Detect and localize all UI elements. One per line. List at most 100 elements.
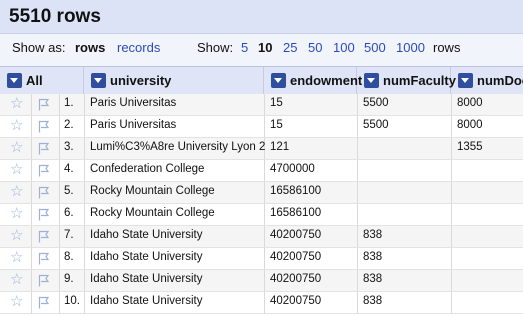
column-endowment-label: endowment [290,73,363,88]
cell-numfaculty[interactable]: 838 [363,251,382,263]
column-divider [357,182,358,203]
row-number: 8. [64,251,74,263]
column-divider [59,292,60,313]
column-divider [31,204,32,225]
page-size-25[interactable]: 25 [283,40,297,55]
cell-numfaculty[interactable]: 838 [363,229,382,241]
cell-endowment[interactable]: 16586100 [270,185,321,197]
cell-university[interactable]: Rocky Mountain College [90,185,215,197]
table-row: ☆ 8. Idaho State University 40200750 838 [0,248,523,270]
cell-university[interactable]: Paris Universitas [90,119,176,131]
cell-university[interactable]: Rocky Mountain College [90,207,215,219]
column-divider [84,138,85,159]
cell-endowment[interactable]: 40200750 [270,295,321,307]
cell-endowment[interactable]: 15 [270,119,283,131]
column-divider [59,204,60,225]
column-divider [59,160,60,181]
star-icon[interactable]: ☆ [10,184,23,200]
cell-endowment[interactable]: 40200750 [270,273,321,285]
dropdown-arrow-icon[interactable] [458,73,473,88]
flag-icon[interactable] [38,252,50,265]
column-divider [31,160,32,181]
cell-university[interactable]: Idaho State University [90,273,203,285]
show-label: Show: [197,40,234,55]
cell-numfaculty[interactable]: 838 [363,295,382,307]
star-icon[interactable]: ☆ [10,206,23,222]
star-icon[interactable]: ☆ [10,250,23,266]
cell-endowment[interactable]: 40200750 [270,229,321,241]
column-divider [357,138,358,159]
row-number: 9. [64,273,74,285]
flag-icon[interactable] [38,274,50,287]
cell-university[interactable]: Idaho State University [90,229,203,241]
row-number: 10. [64,295,80,307]
page-size-50[interactable]: 50 [308,40,322,55]
page-size-10[interactable]: 10 [258,40,272,55]
mode-rows[interactable]: rows [75,40,105,55]
column-numdoctoral[interactable]: numDoct [451,67,523,94]
cell-numdoctoral[interactable]: 8000 [457,97,483,109]
star-icon[interactable]: ☆ [10,140,23,156]
flag-icon[interactable] [38,230,50,243]
star-icon[interactable]: ☆ [10,228,23,244]
column-all[interactable]: All [0,67,84,94]
column-divider [84,204,85,225]
column-divider [84,248,85,269]
cell-numfaculty[interactable]: 5500 [363,119,389,131]
column-divider [84,270,85,291]
dropdown-arrow-icon[interactable] [364,73,379,88]
column-divider [31,116,32,137]
page-size-500[interactable]: 500 [364,40,386,55]
row-number: 4. [64,163,74,175]
column-divider [264,182,265,203]
star-icon[interactable]: ☆ [10,96,23,112]
column-numfaculty[interactable]: numFaculty [357,67,456,94]
column-university[interactable]: university [84,67,264,94]
column-divider [451,248,452,269]
cell-numfaculty[interactable]: 838 [363,273,382,285]
cell-numdoctoral[interactable]: 8000 [457,119,483,131]
cell-university[interactable]: Idaho State University [90,251,203,263]
flag-icon[interactable] [38,186,50,199]
star-icon[interactable]: ☆ [10,118,23,134]
page-size-100[interactable]: 100 [333,40,355,55]
flag-icon[interactable] [38,120,50,133]
star-icon[interactable]: ☆ [10,272,23,288]
column-divider [31,248,32,269]
cell-university[interactable]: Lumi%C3%A8re University Lyon 2 [90,141,265,153]
column-divider [59,226,60,247]
dropdown-arrow-icon[interactable] [91,73,106,88]
table-row: ☆ 10. Idaho State University 40200750 838 [0,292,523,314]
cell-endowment[interactable]: 15 [270,97,283,109]
star-icon[interactable]: ☆ [10,162,23,178]
cell-endowment[interactable]: 16586100 [270,207,321,219]
cell-university[interactable]: Idaho State University [90,295,203,307]
table-row: ☆ 7. Idaho State University 40200750 838 [0,226,523,248]
column-endowment[interactable]: endowment [264,67,362,94]
flag-icon[interactable] [38,164,50,177]
flag-icon[interactable] [38,296,50,309]
cell-university[interactable]: Confederation College [90,163,204,175]
cell-numdoctoral[interactable]: 1355 [457,141,483,153]
flag-icon[interactable] [38,142,50,155]
view-controls: Show as: rows records Show: 5 10 25 50 1… [0,33,523,66]
mode-records[interactable]: records [117,40,160,55]
table-row: ☆ 5. Rocky Mountain College 16586100 [0,182,523,204]
page-size-5[interactable]: 5 [241,40,248,55]
row-number: 2. [64,119,74,131]
cell-endowment[interactable]: 121 [270,141,289,153]
column-divider [357,94,358,115]
column-divider [59,248,60,269]
cell-numfaculty[interactable]: 5500 [363,97,389,109]
page-size-1000[interactable]: 1000 [396,40,425,55]
dropdown-arrow-icon[interactable] [271,73,286,88]
star-icon[interactable]: ☆ [10,294,23,310]
cell-university[interactable]: Paris Universitas [90,97,176,109]
cell-endowment[interactable]: 4700000 [270,163,315,175]
rows-suffix: rows [433,40,461,55]
flag-icon[interactable] [38,208,50,221]
dropdown-arrow-icon[interactable] [7,73,22,88]
cell-endowment[interactable]: 40200750 [270,251,321,263]
column-divider [264,292,265,313]
flag-icon[interactable] [38,98,50,111]
